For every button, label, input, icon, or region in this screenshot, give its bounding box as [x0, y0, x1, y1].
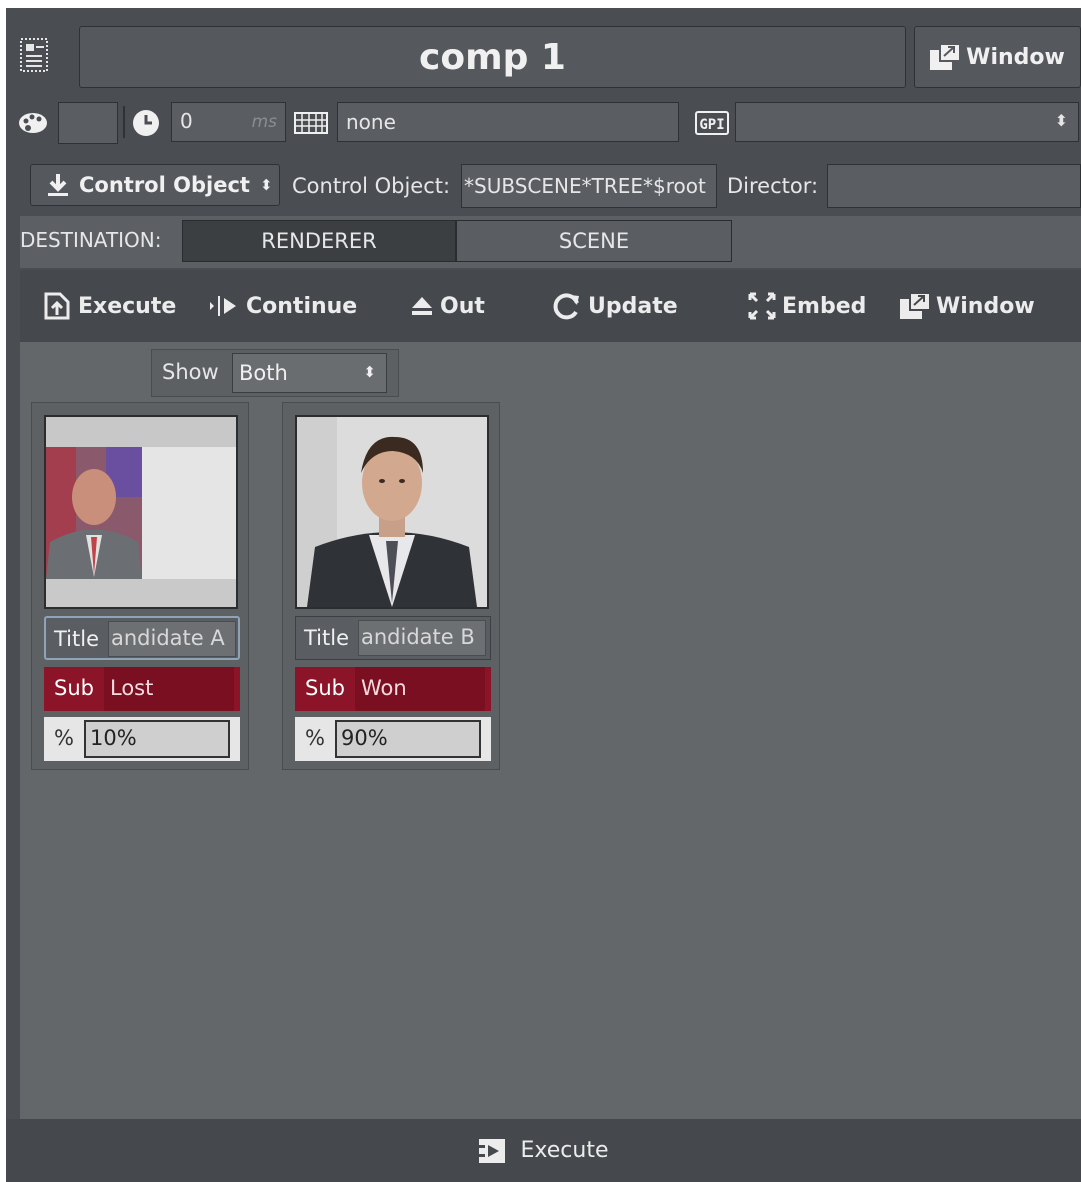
sub-key: Sub — [305, 676, 345, 700]
window-icon — [930, 44, 961, 70]
action-toolbar: Execute Continue Out Update Embed Window — [20, 270, 1081, 342]
template-icon[interactable] — [20, 38, 48, 72]
candidate-thumbnail[interactable] — [295, 415, 489, 609]
show-value: Both — [239, 361, 288, 385]
gpi-icon: GPI — [695, 111, 729, 135]
out-button[interactable]: Out — [410, 270, 485, 342]
show-select[interactable]: Both ⬍ — [232, 353, 387, 393]
delay-unit: ms — [251, 112, 277, 132]
destination-scene-button[interactable]: SCENE — [456, 220, 732, 262]
expand-icon — [748, 292, 776, 320]
continue-icon — [210, 296, 236, 316]
candidate-card: Title andidate B Sub Won % 90% — [282, 402, 500, 770]
window-button-top[interactable]: Window — [914, 26, 1081, 88]
destination-label: DESTINATION: — [20, 228, 162, 252]
download-icon — [48, 174, 68, 196]
layer-field[interactable] — [58, 102, 118, 144]
delay-input[interactable]: 0 ms — [171, 102, 286, 142]
control-object-label: Control Object: — [292, 174, 451, 198]
control-object-row: Control Object ⬍ Control Object: *SUBSCE… — [6, 158, 1081, 210]
control-object-path-field[interactable]: *SUBSCENE*TREE*$root — [461, 164, 717, 208]
title-key: Title — [304, 626, 350, 650]
updown-arrow-icon: ⬍ — [363, 363, 376, 381]
settings-row: 0 ms none GPI ⬍ — [6, 100, 1081, 144]
window-button-label: Window — [966, 44, 1065, 70]
out-label: Out — [440, 293, 485, 319]
embed-button[interactable]: Embed — [748, 270, 866, 342]
continue-button[interactable]: Continue — [208, 270, 357, 342]
embed-label: Embed — [782, 293, 867, 319]
execute-button[interactable]: Execute — [42, 270, 176, 342]
control-mode-label: Control Object — [79, 173, 250, 197]
percent-field-row: % 10% — [44, 717, 240, 761]
sub-field-row: Sub Lost — [44, 667, 240, 711]
director-field[interactable] — [827, 164, 1081, 208]
palette-icon — [19, 113, 47, 133]
svg-text:GPI: GPI — [699, 117, 724, 133]
update-label: Update — [588, 293, 678, 319]
window-button[interactable]: Window — [900, 270, 1035, 342]
eject-icon — [412, 297, 432, 315]
sub-input[interactable]: Lost — [104, 667, 234, 711]
sub-field-row: Sub Won — [295, 667, 491, 711]
destination-renderer-button[interactable]: RENDERER — [182, 220, 456, 262]
refresh-icon — [553, 293, 579, 320]
execute-label: Execute — [78, 293, 177, 319]
gpi-select[interactable]: ⬍ — [735, 102, 1079, 142]
title-input[interactable]: andidate B — [358, 620, 486, 656]
sub-key: Sub — [54, 676, 94, 700]
title-field-row: Title andidate A — [44, 616, 240, 660]
show-filter: Show Both ⬍ — [151, 349, 399, 397]
separator — [123, 106, 125, 138]
footer-execute-button[interactable]: Execute — [6, 1119, 1081, 1182]
delay-value: 0 — [180, 109, 193, 133]
updown-arrow-icon: ⬍ — [1054, 111, 1068, 130]
control-panel: comp 1 Window 0 ms none GPI ⬍ Control Ob… — [6, 8, 1081, 1182]
title-key: Title — [54, 627, 100, 651]
percent-input[interactable]: 10% — [84, 720, 230, 758]
director-label: Director: — [727, 174, 819, 198]
continue-label: Continue — [246, 293, 358, 319]
candidate-photo — [46, 417, 236, 607]
updown-arrow-icon: ⬍ — [259, 176, 273, 194]
update-button[interactable]: Update — [552, 270, 678, 342]
keyboard-icon — [294, 112, 328, 134]
sub-input[interactable]: Won — [355, 667, 485, 711]
execute-play-icon — [478, 1138, 505, 1163]
percent-field-row: % 90% — [295, 717, 491, 761]
percent-key: % — [305, 726, 325, 750]
show-label: Show — [162, 360, 219, 384]
window-icon — [900, 293, 930, 319]
candidate-photo — [297, 417, 487, 607]
page-title: comp 1 — [79, 26, 906, 88]
content-area: Show Both ⬍ Title andidate A Sub Lost % … — [20, 342, 1081, 1119]
candidate-thumbnail[interactable] — [44, 415, 238, 609]
destination-row: DESTINATION: RENDERER SCENE — [20, 216, 1081, 268]
footer-execute-label: Execute — [520, 1138, 609, 1163]
window-label: Window — [936, 293, 1035, 319]
percent-key: % — [54, 726, 74, 750]
keyboard-shortcut-field[interactable]: none — [337, 102, 679, 142]
control-mode-dropdown[interactable]: Control Object ⬍ — [30, 164, 280, 206]
percent-input[interactable]: 90% — [335, 720, 481, 758]
candidate-card: Title andidate A Sub Lost % 10% — [31, 402, 249, 770]
clock-icon — [133, 110, 159, 136]
execute-icon — [44, 292, 70, 320]
title-field-row: Title andidate B — [295, 616, 491, 660]
title-bar: comp 1 Window — [6, 8, 1081, 100]
title-input[interactable]: andidate A — [108, 621, 236, 657]
